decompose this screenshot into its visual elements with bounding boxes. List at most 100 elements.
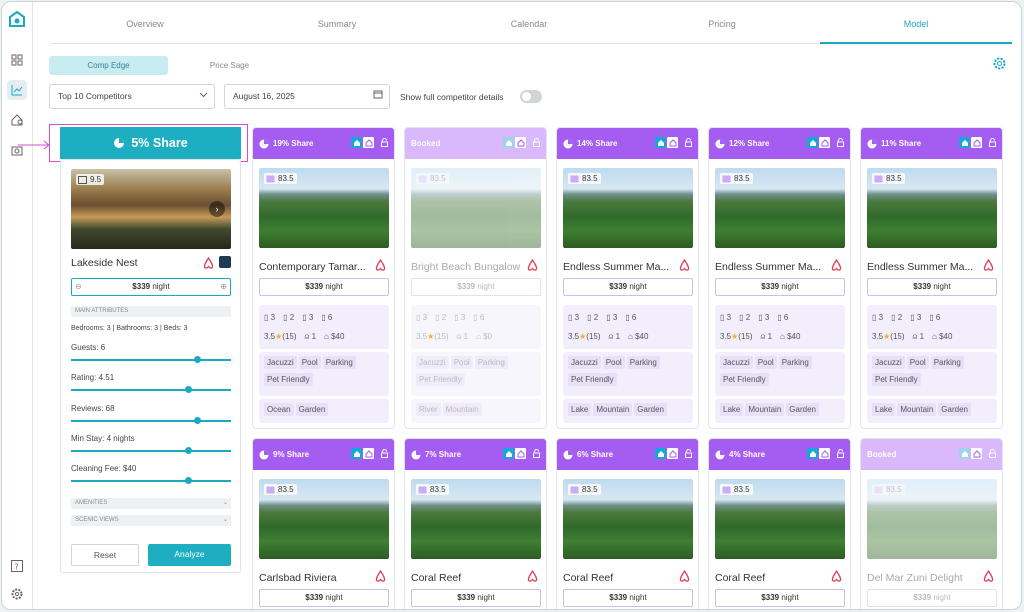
home-icon[interactable] (655, 448, 666, 459)
guests-slider[interactable] (71, 356, 231, 363)
lock-icon[interactable] (837, 138, 844, 149)
dashboard-icon[interactable] (7, 50, 27, 70)
properties-icon[interactable] (7, 110, 27, 130)
analytics-icon[interactable] (7, 80, 27, 100)
lock-icon[interactable] (989, 449, 996, 460)
lock-icon[interactable] (381, 138, 388, 149)
lock-icon[interactable] (381, 449, 388, 460)
stats-row: 3.5★(15) ⍝ 1 ⌂ $0 (416, 327, 536, 346)
price-value: $339 (457, 282, 476, 291)
photo-icon (78, 175, 87, 184)
min-stay-slider[interactable] (71, 447, 231, 454)
house-outline-icon[interactable] (971, 448, 982, 459)
rating-stat: 3.5★(15) (568, 332, 601, 341)
lock-icon[interactable] (685, 138, 692, 149)
amenity-chip: Pool (450, 356, 473, 369)
house-outline-icon[interactable] (667, 448, 678, 459)
amenities-section[interactable]: AMENITIES ⌄ (71, 498, 231, 509)
stats-row: 3.5★(15) ⍝ 1 ⌂ $40 (568, 327, 688, 346)
view-chip: Garden (938, 403, 971, 416)
fee-stat: ⌂ $40 (932, 332, 952, 341)
home-icon[interactable] (503, 448, 514, 459)
lock-icon[interactable] (685, 449, 692, 460)
subtab-comp-edge[interactable]: Comp Edge (49, 56, 168, 75)
competitor-details-toggle[interactable] (520, 90, 542, 103)
competitor-select[interactable]: Top 10 Competitors (49, 84, 215, 109)
my-listing-card: 9.5 › Lakeside Nest ⊖ $339 night ⊕ MAIN … (60, 159, 241, 573)
view-chip: Garden (295, 403, 329, 416)
home-icon[interactable] (351, 448, 362, 459)
reset-button[interactable]: Reset (71, 544, 139, 566)
analyze-button[interactable]: Analyze (148, 544, 231, 566)
listing-name[interactable]: Bright Beach Bungalow (411, 261, 521, 273)
calendar-icon (373, 85, 383, 108)
share-label: 12% Share (729, 139, 770, 148)
home-icon[interactable] (959, 137, 970, 148)
settings-icon[interactable] (7, 584, 27, 604)
home-icon[interactable] (351, 137, 362, 148)
my-price-stepper[interactable]: ⊖ $339 night ⊕ (71, 278, 231, 296)
next-photo-button[interactable]: › (209, 201, 225, 217)
home-icon[interactable] (959, 448, 970, 459)
home-icon[interactable] (655, 137, 666, 148)
listing-name[interactable]: Coral Reef (411, 572, 521, 584)
views-box: Lake Mountain Garden (867, 399, 997, 423)
listing-name[interactable]: Carlsbad Riviera (259, 572, 369, 584)
bed-icon: ▯ (416, 313, 421, 322)
cars-value: 3 (916, 313, 922, 322)
lock-icon[interactable] (533, 138, 540, 149)
tab-pricing[interactable]: Pricing (646, 10, 798, 44)
reviews-value: (15) (890, 332, 905, 341)
house-outline-icon[interactable] (667, 137, 678, 148)
tab-calendar[interactable]: Calendar (453, 10, 605, 44)
lock-icon[interactable] (989, 138, 996, 149)
lock-icon[interactable] (533, 449, 540, 460)
house-outline-icon[interactable] (971, 137, 982, 148)
min-stay-icon: ⍝ (608, 331, 614, 341)
amenity-chip: Pet Friendly (568, 373, 617, 386)
listing-photo: 83.5 (867, 168, 997, 248)
guests-icon: ▯ (321, 313, 326, 322)
rating-slider[interactable] (71, 386, 231, 393)
lock-icon[interactable] (837, 449, 844, 460)
listing-name[interactable]: Endless Summer Ma... (715, 261, 825, 273)
home-icon[interactable] (503, 137, 514, 148)
reviews-slider[interactable] (71, 417, 231, 424)
min-stay-stat: ⍝ 1 (761, 332, 773, 342)
tab-summary[interactable]: Summary (261, 10, 413, 44)
minus-icon[interactable]: ⊖ (75, 279, 82, 295)
scenic-views-section[interactable]: SCENIC VIEWS ⌄ (71, 515, 231, 526)
cleaning-fee-slider[interactable] (71, 477, 231, 484)
listing-name[interactable]: Endless Summer Ma... (867, 261, 977, 273)
guests-stat: ▯ 6 (473, 313, 484, 322)
listing-name[interactable]: Coral Reef (563, 572, 673, 584)
listing-name[interactable]: Contemporary Tamar... (259, 261, 369, 273)
subtab-price-sage[interactable]: Price Sage (172, 56, 287, 75)
house-outline-icon[interactable] (515, 448, 526, 459)
bath-stat: ▯ 2 (435, 313, 446, 322)
min-stay-value: 1 (767, 331, 773, 341)
house-outline-icon[interactable] (515, 137, 526, 148)
score-badge: 83.5 (720, 484, 753, 495)
house-outline-icon[interactable] (363, 137, 374, 148)
house-outline-icon[interactable] (819, 448, 830, 459)
help-icon[interactable]: ? (7, 556, 27, 576)
tab-model[interactable]: Model (820, 10, 1012, 44)
gear-icon[interactable] (992, 56, 1007, 76)
house-outline-icon[interactable] (819, 137, 830, 148)
share-label: 14% Share (577, 139, 618, 148)
price-field: $339 night (563, 589, 693, 607)
listing-name[interactable]: Coral Reef (715, 572, 825, 584)
home-icon[interactable] (807, 448, 818, 459)
listing-photo: 83.5 (259, 479, 389, 559)
plus-icon[interactable]: ⊕ (220, 279, 227, 295)
price-value: $339 (305, 593, 324, 602)
guests-value: 6 (783, 313, 789, 322)
listing-name[interactable]: Del Mar Zuni Delight (867, 572, 977, 584)
house-outline-icon[interactable] (363, 448, 374, 459)
home-icon[interactable] (807, 137, 818, 148)
date-input[interactable]: August 16, 2025 (224, 84, 390, 109)
photo-icon (722, 486, 731, 493)
tab-overview[interactable]: Overview (69, 10, 221, 44)
listing-name[interactable]: Endless Summer Ma... (563, 261, 673, 273)
